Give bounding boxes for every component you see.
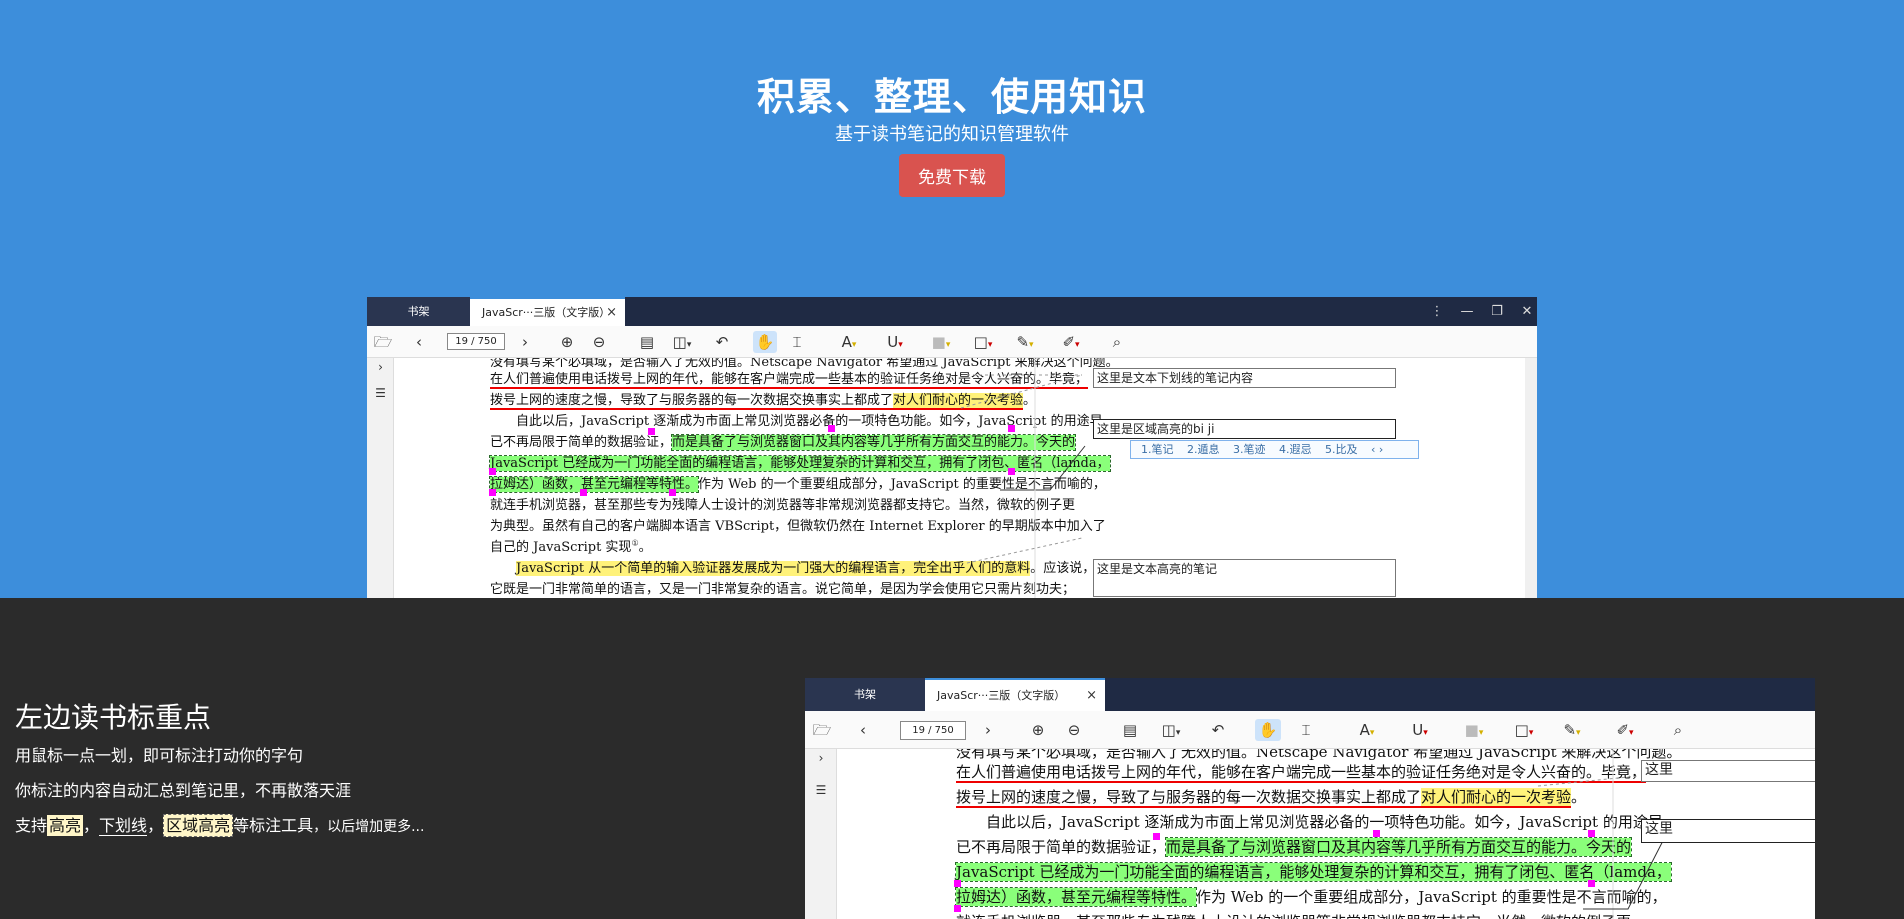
- prev-page-icon[interactable]: ‹: [411, 331, 427, 353]
- tab-document[interactable]: JavaScr···三版（文字版） ×: [470, 297, 625, 326]
- more-icon[interactable]: ⋮: [1422, 297, 1452, 326]
- note-text-highlight[interactable]: 这里是文本高亮的笔记: [1093, 559, 1396, 597]
- hand-tool-icon[interactable]: ✋: [1255, 719, 1281, 741]
- ime-candidate[interactable]: 4.遐忌: [1279, 443, 1312, 456]
- tab-document-label: JavaScr···三版（文字版）: [937, 689, 1066, 702]
- app-toolbar: 🗁 ‹ 19 / 750 › ⊕ ⊖ ▤ ◫▾ ↶ ✋ ⌶ A▾ U▾ ■▾ □…: [367, 326, 1537, 358]
- feature-line-1: 用鼠标一点一划，即可标注打动你的字句: [15, 746, 304, 765]
- outline-icon[interactable]: ☰: [367, 386, 394, 400]
- tab-bookshelf[interactable]: 书架: [805, 678, 925, 711]
- underline-sample: 下划线: [99, 816, 148, 836]
- note-area[interactable]: 这里: [1641, 819, 1815, 843]
- close-tab-icon[interactable]: ×: [606, 299, 617, 326]
- app-preview-feature: 书架 JavaScr···三版（文字版） × 🗁 ‹ 19 / 750 › ⊕ …: [805, 678, 1815, 919]
- note-underline[interactable]: 这里: [1641, 760, 1815, 782]
- page-indicator[interactable]: 19 / 750: [900, 721, 966, 740]
- open-folder-icon[interactable]: 🗁: [371, 331, 395, 353]
- undo-icon[interactable]: ↶: [1207, 719, 1229, 741]
- layout-icon[interactable]: ◫▾: [1155, 719, 1187, 741]
- pen-icon[interactable]: ✐▾: [1055, 331, 1087, 353]
- next-page-icon[interactable]: ›: [517, 331, 533, 353]
- open-folder-icon[interactable]: 🗁: [809, 719, 835, 741]
- hero-section: 积累、整理、使用知识 基于读书笔记的知识管理软件 免费下载 书架 JavaScr…: [0, 0, 1904, 598]
- underline-icon[interactable]: U▾: [1403, 719, 1437, 741]
- note-underline[interactable]: 这里是文本下划线的笔记内容: [1093, 368, 1396, 388]
- feature-line-3: 支持 高亮 ，下划线， 区域高亮 等标注工具，以后增加更多...: [15, 814, 425, 837]
- tab-document[interactable]: JavaScr···三版（文字版） ×: [925, 678, 1105, 711]
- left-sidebar: › ☰: [367, 358, 394, 598]
- vertical-scrollbar[interactable]: [1525, 358, 1537, 598]
- marker-icon[interactable]: ✎▾: [1555, 719, 1589, 741]
- page-view-icon[interactable]: ▤: [637, 331, 657, 353]
- zoom-out-icon[interactable]: ⊖: [1063, 719, 1085, 741]
- highlight-sample: 高亮: [47, 815, 84, 836]
- app-titlebar: 书架 JavaScr···三版（文字版） × ⋮ — ❐ ✕: [367, 297, 1537, 326]
- undo-icon[interactable]: ↶: [712, 331, 732, 353]
- select-tool-icon[interactable]: ⌶: [1293, 719, 1319, 741]
- page-indicator[interactable]: 19 / 750: [447, 333, 505, 350]
- pen-icon[interactable]: ✐▾: [1608, 719, 1642, 741]
- layout-icon[interactable]: ◫▾: [667, 331, 697, 353]
- app-preview-main: 书架 JavaScr···三版（文字版） × ⋮ — ❐ ✕ 🗁 ‹ 19 / …: [367, 297, 1537, 598]
- area-highlight-sample: 区域高亮: [163, 814, 234, 837]
- ime-candidate[interactable]: 1.笔记: [1141, 443, 1174, 456]
- feature-title: 左边读书标重点: [15, 701, 212, 734]
- search-icon[interactable]: ⌕: [1667, 719, 1689, 741]
- outline-icon[interactable]: ☰: [805, 783, 837, 797]
- underline-icon[interactable]: U▾: [879, 331, 911, 353]
- rectangle-icon[interactable]: □▾: [1507, 719, 1541, 741]
- page-view-icon[interactable]: ▤: [1119, 719, 1141, 741]
- ime-page-nav[interactable]: ‹ ›: [1371, 443, 1383, 456]
- tab-document-label: JavaScr···三版（文字版）: [482, 306, 611, 319]
- select-tool-icon[interactable]: ⌶: [785, 331, 809, 353]
- document-page[interactable]: 没有填写某个必填域，是否输入了无效的值。Netscape Navigator 希…: [838, 749, 1815, 919]
- ime-candidates[interactable]: 1.笔记 2.遁息 3.笔迹 4.遐忌 5.比及 ‹ ›: [1130, 440, 1419, 459]
- area-highlight-icon[interactable]: ■▾: [1457, 719, 1491, 741]
- hero-title: 积累、整理、使用知识: [756, 75, 1147, 119]
- window-close-icon[interactable]: ✕: [1512, 297, 1537, 326]
- text-highlight-icon[interactable]: A▾: [833, 331, 865, 353]
- zoom-in-icon[interactable]: ⊕: [557, 331, 577, 353]
- left-sidebar: › ☰: [805, 749, 837, 919]
- note-area-input[interactable]: 这里是区域高亮的bi ji: [1093, 419, 1396, 439]
- ime-candidate[interactable]: 3.笔迹: [1233, 443, 1266, 456]
- rectangle-icon[interactable]: □▾: [967, 331, 999, 353]
- minimize-icon[interactable]: —: [1452, 297, 1482, 326]
- restore-icon[interactable]: ❐: [1482, 297, 1512, 326]
- marker-icon[interactable]: ✎▾: [1009, 331, 1041, 353]
- tab-bookshelf[interactable]: 书架: [367, 297, 470, 326]
- app-toolbar: 🗁 ‹ 19 / 750 › ⊕ ⊖ ▤ ◫▾ ↶ ✋ ⌶ A▾ U▾ ■▾ □…: [805, 711, 1815, 749]
- hand-tool-icon[interactable]: ✋: [753, 331, 777, 353]
- expand-icon[interactable]: ›: [367, 360, 394, 374]
- close-tab-icon[interactable]: ×: [1086, 680, 1097, 711]
- ime-candidate[interactable]: 5.比及: [1325, 443, 1358, 456]
- area-highlight-icon[interactable]: ■▾: [925, 331, 957, 353]
- search-icon[interactable]: ⌕: [1107, 331, 1127, 353]
- ime-candidate[interactable]: 2.遁息: [1187, 443, 1220, 456]
- app-titlebar: 书架 JavaScr···三版（文字版） ×: [805, 678, 1815, 711]
- feature-line-2: 你标注的内容自动汇总到笔记里，不再散落天涯: [15, 781, 352, 800]
- text-highlight-icon[interactable]: A▾: [1350, 719, 1384, 741]
- zoom-in-icon[interactable]: ⊕: [1027, 719, 1049, 741]
- hero-subtitle: 基于读书笔记的知识管理软件: [835, 124, 1069, 145]
- expand-icon[interactable]: ›: [805, 751, 837, 765]
- zoom-out-icon[interactable]: ⊖: [589, 331, 609, 353]
- prev-page-icon[interactable]: ‹: [855, 719, 871, 741]
- next-page-icon[interactable]: ›: [980, 719, 996, 741]
- download-button[interactable]: 免费下载: [899, 154, 1005, 197]
- document-page[interactable]: 没有填写某个必填域，是否输入了无效的值。Netscape Navigator 希…: [395, 358, 1537, 598]
